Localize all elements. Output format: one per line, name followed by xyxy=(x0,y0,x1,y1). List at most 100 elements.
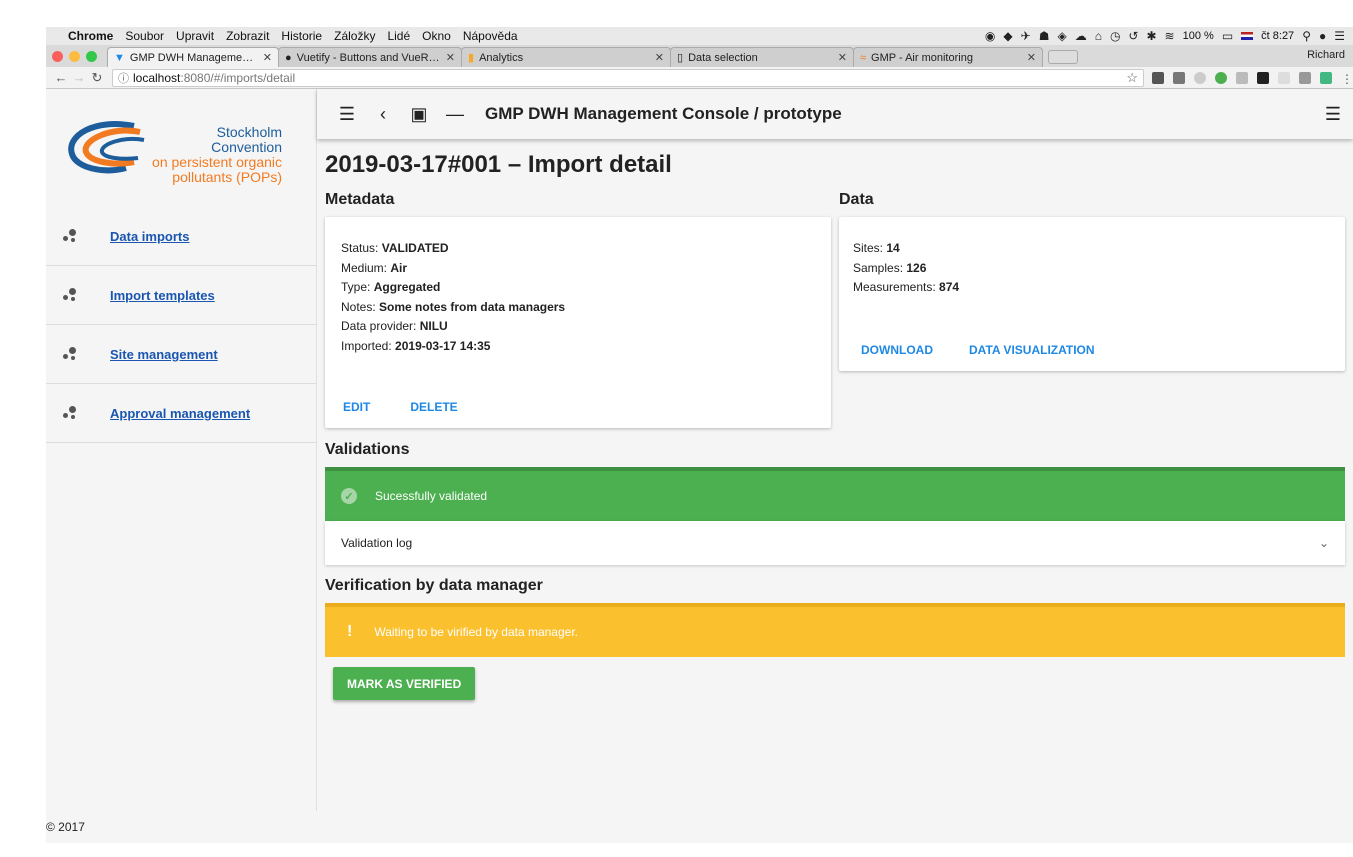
page-title: 2019-03-17#001 – Import detail xyxy=(325,151,672,178)
clock[interactable]: čt 8:27 xyxy=(1261,30,1294,42)
grammarly-icon[interactable] xyxy=(1215,71,1227,84)
minimize-window-icon[interactable] xyxy=(69,50,80,62)
sidebar-item-import-templates[interactable]: Import templates xyxy=(46,266,316,325)
bubble-chart-icon xyxy=(62,405,78,421)
vue-devtools-icon[interactable] xyxy=(1320,71,1332,84)
browser-tab-gmp-console[interactable]: ▼ GMP DWH Management Console ✕ xyxy=(107,47,279,67)
menu-upravit[interactable]: Upravit xyxy=(176,29,214,43)
wifi-icon[interactable]: ≋ xyxy=(1165,29,1175,43)
menu-okno[interactable]: Okno xyxy=(422,29,451,43)
siri-icon[interactable]: ● xyxy=(1319,29,1326,43)
github-icon: ● xyxy=(285,51,292,64)
status-field: Status: VALIDATED xyxy=(341,241,449,255)
sidebar-item-site-management[interactable]: Site management xyxy=(46,325,316,384)
flag-icon[interactable] xyxy=(1241,32,1254,40)
bubble-chart-icon xyxy=(62,287,78,303)
type-field: Type: Aggregated xyxy=(341,280,441,294)
browser-address-bar: ← → ↻ ⓘ localhost :8080/#/imports/detail… xyxy=(46,67,1353,89)
browser-tab-gmp-air[interactable]: ≈ GMP - Air monitoring ✕ xyxy=(853,47,1043,67)
sidebar-item-label[interactable]: Site management xyxy=(110,347,218,362)
browser-tab-analytics[interactable]: ▮ Analytics ✕ xyxy=(461,47,671,67)
close-window-icon[interactable] xyxy=(52,50,63,62)
metadata-section: Metadata Status: VALIDATED Medium: Air T… xyxy=(325,191,831,428)
more-vert-icon[interactable]: ⋮ xyxy=(1341,72,1353,86)
menu-app-name[interactable]: Chrome xyxy=(68,29,113,43)
status-area: ◉ ◆ ✈ ☗ ◈ ☁ ⌂ ◷ ↺ ✱ ≋ 100 % ▭ čt 8:27 ⚲ … xyxy=(985,29,1345,43)
data-section: Data Sites: 14 Samples: 126 Measurements… xyxy=(839,191,1345,428)
page-body: 2019-03-17#001 – Import detail Metadata … xyxy=(317,139,1353,700)
validation-log-expansion[interactable]: Validation log ⌄ xyxy=(325,521,1345,565)
robot-icon[interactable]: ☗ xyxy=(1039,29,1050,43)
bookmark-star-icon[interactable]: ☆ xyxy=(1126,70,1138,86)
maximize-window-icon[interactable] xyxy=(86,50,97,62)
menu-historie[interactable]: Historie xyxy=(281,29,322,43)
menu-icon[interactable]: ☰ xyxy=(329,104,365,125)
camera-icon[interactable] xyxy=(1299,71,1311,84)
plane-icon[interactable]: ✈ xyxy=(1021,29,1031,43)
extension-icon[interactable] xyxy=(1257,71,1269,84)
battery-percent[interactable]: 100 % xyxy=(1183,30,1214,42)
browser-tab-vuetify[interactable]: ● Vuetify - Buttons and VueRouter ✕ xyxy=(278,47,462,67)
evernote-icon[interactable]: ◈ xyxy=(1057,29,1066,43)
extension-icon[interactable] xyxy=(1194,71,1206,84)
bird-icon[interactable]: ◆ xyxy=(1003,29,1012,43)
sidebar-item-label[interactable]: Import templates xyxy=(110,288,215,303)
forward-icon[interactable]: → xyxy=(70,70,88,85)
spotlight-icon[interactable]: ⚲ xyxy=(1302,29,1311,43)
gmp-icon: ≈ xyxy=(860,51,867,64)
sidebar-item-label[interactable]: Data imports xyxy=(110,229,189,244)
sidebar-item-approval-management[interactable]: Approval management xyxy=(46,384,316,443)
battery-icon[interactable]: ▭ xyxy=(1222,29,1233,43)
menu-soubor[interactable]: Soubor xyxy=(125,29,164,43)
mark-as-verified-button[interactable]: MARK AS VERIFIED xyxy=(333,667,476,700)
data-heading: Data xyxy=(839,191,874,208)
close-tab-icon[interactable]: ✕ xyxy=(838,51,847,64)
timer-icon[interactable]: ◷ xyxy=(1110,29,1120,43)
back-icon[interactable]: ← xyxy=(52,70,70,85)
close-tab-icon[interactable]: ✕ xyxy=(655,51,664,64)
validation-success-alert: ✓ Sucessfully validated xyxy=(325,467,1345,521)
copyright: © 2017 xyxy=(46,820,85,834)
history-icon[interactable]: ↺ xyxy=(1128,29,1138,43)
extension-icon[interactable] xyxy=(1278,71,1290,84)
menu-right-icon[interactable]: ☰ xyxy=(1325,104,1341,125)
edit-button[interactable]: EDIT xyxy=(343,400,370,414)
close-tab-icon[interactable]: ✕ xyxy=(263,51,272,64)
info-icon[interactable]: ⓘ xyxy=(118,70,129,86)
chevron-left-icon[interactable]: ‹ xyxy=(365,104,401,125)
url-field[interactable]: ⓘ localhost :8080/#/imports/detail ☆ xyxy=(112,68,1144,87)
menu-napoveda[interactable]: Nápověda xyxy=(463,29,518,43)
chevron-down-icon[interactable]: ⌄ xyxy=(1319,536,1329,550)
web-icon[interactable]: ▣ xyxy=(401,104,437,125)
browser-tab-data-selection[interactable]: ▯ Data selection ✕ xyxy=(670,47,854,67)
menu-zalozky[interactable]: Záložky xyxy=(334,29,375,43)
close-tab-icon[interactable]: ✕ xyxy=(1027,51,1036,64)
new-tab-button[interactable] xyxy=(1048,50,1078,64)
remove-icon[interactable]: — xyxy=(437,104,473,125)
glasses-icon[interactable]: ◉ xyxy=(985,29,995,43)
bluetooth-icon[interactable]: ✱ xyxy=(1146,29,1156,43)
profile-name[interactable]: Richard xyxy=(1307,49,1345,61)
notification-center-icon[interactable]: ☰ xyxy=(1334,29,1345,43)
lock-icon[interactable]: ⌂ xyxy=(1095,29,1102,43)
sidebar-item-label[interactable]: Approval management xyxy=(110,406,250,421)
info-row: Metadata Status: VALIDATED Medium: Air T… xyxy=(325,191,1345,428)
evernote-extension-icon[interactable] xyxy=(1152,71,1164,84)
browser-tab-bar: ▼ GMP DWH Management Console ✕ ● Vuetify… xyxy=(46,45,1353,67)
verification-warning-alert: ! Waiting to be virified by data manager… xyxy=(325,603,1345,657)
sites-value: 14 xyxy=(886,241,900,255)
cloud-icon[interactable]: ☁ xyxy=(1075,29,1087,43)
menu-zobrazit[interactable]: Zobrazit xyxy=(226,29,269,43)
menu-lide[interactable]: Lidé xyxy=(387,29,410,43)
sidebar-item-data-imports[interactable]: Data imports xyxy=(46,207,316,266)
data-actions: DOWNLOAD DATA VISUALIZATION xyxy=(861,343,1095,357)
delete-button[interactable]: DELETE xyxy=(410,400,457,414)
download-button[interactable]: DOWNLOAD xyxy=(861,343,933,357)
extension-icon[interactable] xyxy=(1236,71,1248,84)
reload-icon[interactable]: ↻ xyxy=(88,70,106,86)
extension-icon[interactable] xyxy=(1173,71,1185,84)
status-value: VALIDATED xyxy=(381,241,449,255)
data-visualization-button[interactable]: DATA VISUALIZATION xyxy=(969,343,1095,357)
close-tab-icon[interactable]: ✕ xyxy=(446,51,455,64)
validation-message: Sucessfully validated xyxy=(375,489,488,503)
